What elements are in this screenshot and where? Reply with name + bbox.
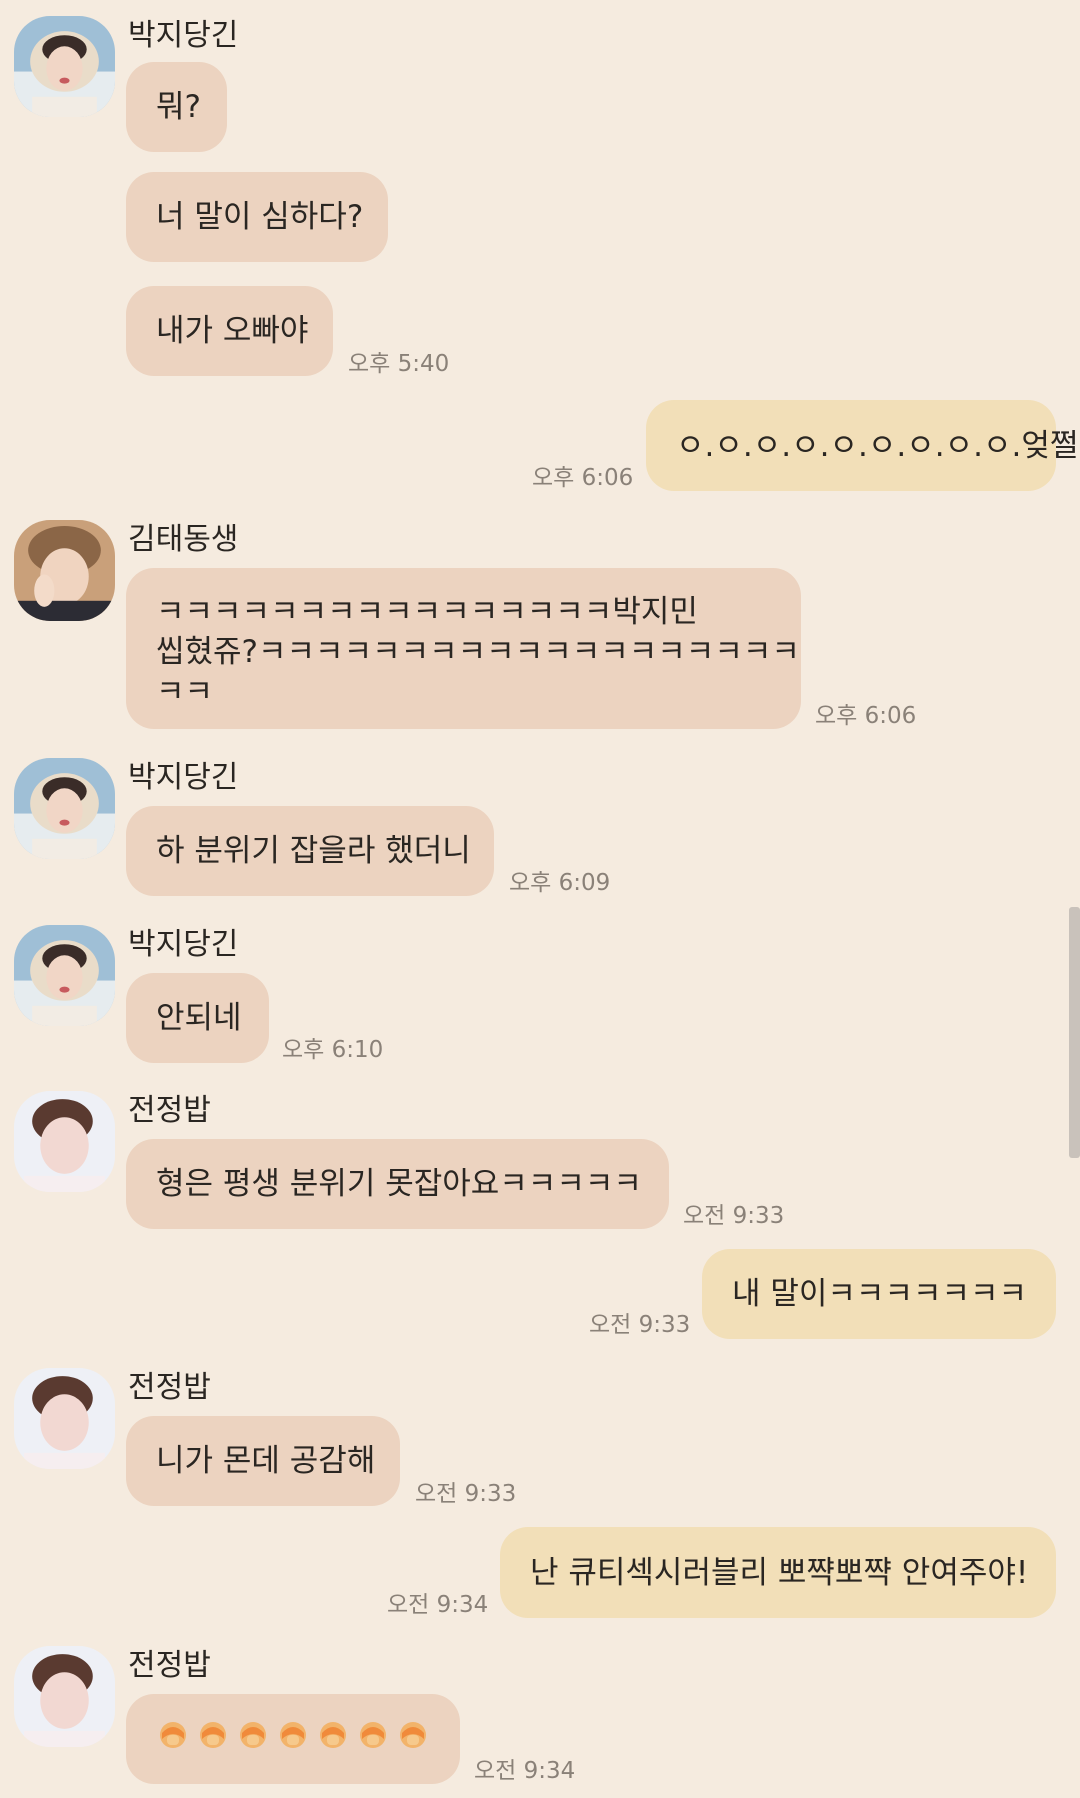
avatar-jimin[interactable] [14,758,115,859]
message-bubble[interactable]: 하 분위기 잡을라 했더니 [126,806,494,896]
facepalm-emoji-icon [236,1717,276,1761]
message-timestamp: 오전 9:34 [387,1592,489,1618]
message-text: 너 말이 심하다? [156,199,364,235]
facepalm-emoji-icon [156,1717,196,1761]
profile-photo-jimin [14,758,115,859]
message-bubble[interactable]: 뭐? [126,62,227,152]
sender-name: 박지당긴 [128,927,239,962]
profile-photo-jungkook [14,1091,115,1192]
avatar-taehyung[interactable] [14,520,115,621]
message-text: 내 말이ㅋㅋㅋㅋㅋㅋㅋ [732,1276,1028,1312]
message-timestamp: 오후 6:10 [282,1037,384,1063]
message-timestamp: 오전 9:33 [589,1312,691,1338]
avatar-jimin[interactable] [14,925,115,1026]
profile-photo-taehyung [14,520,115,621]
message-timestamp: 오후 6:06 [815,703,917,729]
message-text-line: 씹혔쥬?ㅋㅋㅋㅋㅋㅋㅋㅋㅋㅋㅋㅋㅋㅋㅋㅋㅋㅋㅋ [156,634,800,670]
message-text: 내가 오빠야 [156,313,309,349]
profile-photo-jimin [14,16,115,117]
message-bubble-outgoing[interactable]: ㅇ.ㅇ.ㅇ.ㅇ.ㅇ.ㅇ.ㅇ.ㅇ.ㅇ.엊쩔 [646,400,1078,491]
message-timestamp: 오후 5:40 [348,351,450,377]
message-bubble[interactable] [126,1694,460,1784]
message-text: ㅇ.ㅇ.ㅇ.ㅇ.ㅇ.ㅇ.ㅇ.ㅇ.ㅇ.엊쩔 [676,427,1079,464]
profile-photo-jungkook [14,1368,115,1469]
avatar-jungkook[interactable] [14,1091,115,1192]
profile-photo-jimin [14,925,115,1026]
sender-name: 전정밥 [128,1370,211,1405]
message-bubble[interactable]: ㅋㅋㅋㅋㅋㅋㅋㅋㅋㅋㅋㅋㅋㅋㅋㅋ박지민 씹혔쥬?ㅋㅋㅋㅋㅋㅋㅋㅋㅋㅋㅋㅋㅋㅋㅋㅋ… [126,568,801,729]
sender-name: 김태동생 [128,522,239,557]
message-bubble[interactable]: 너 말이 심하다? [126,172,388,262]
message-text: 안되네 [156,1000,242,1036]
message-bubble-outgoing[interactable]: 내 말이ㅋㅋㅋㅋㅋㅋㅋ [702,1249,1056,1339]
message-text: 형은 평생 분위기 못잡아요ㅋㅋㅋㅋㅋ [156,1166,642,1202]
message-bubble[interactable]: 형은 평생 분위기 못잡아요ㅋㅋㅋㅋㅋ [126,1139,669,1229]
facepalm-emoji-icon [356,1717,396,1761]
message-bubble-outgoing[interactable]: 난 큐티섹시러블리 뽀쨕뽀쨕 안여주야! [500,1527,1056,1618]
message-bubble[interactable]: 내가 오빠야 [126,286,333,376]
message-bubble[interactable]: 니가 몬데 공감해 [126,1416,400,1506]
facepalm-emoji-icon [316,1717,356,1761]
profile-photo-jungkook [14,1646,115,1747]
avatar-jungkook[interactable] [14,1646,115,1747]
avatar-jimin[interactable] [14,16,115,117]
message-text: 난 큐티섹시러블리 뽀쨕뽀쨕 안여주야! [530,1554,1029,1591]
message-bubble[interactable]: 안되네 [126,973,269,1063]
sender-name: 박지당긴 [128,760,239,795]
message-text: 하 분위기 잡을라 했더니 [156,833,471,869]
scrollbar[interactable] [1069,907,1080,1158]
avatar-jungkook[interactable] [14,1368,115,1469]
message-text-line: ㅋㅋㅋㅋㅋㅋㅋㅋㅋㅋㅋㅋㅋㅋㅋㅋ박지민 [156,594,698,630]
sender-name: 전정밥 [128,1648,211,1683]
message-timestamp: 오후 6:06 [532,465,634,491]
sender-name: 박지당긴 [128,18,239,53]
facepalm-emoji-icon [196,1717,236,1761]
message-text-line: ㅋㅋ [156,674,214,710]
facepalm-emoji-icon [276,1717,316,1761]
facepalm-emoji-icon [396,1717,436,1761]
message-timestamp: 오전 9:34 [474,1758,576,1784]
message-timestamp: 오전 9:33 [683,1203,785,1229]
message-text: 뭐? [156,89,201,125]
sender-name: 전정밥 [128,1093,211,1128]
message-timestamp: 오후 6:09 [509,870,611,896]
message-text: 니가 몬데 공감해 [156,1443,376,1479]
message-timestamp: 오전 9:33 [415,1481,517,1507]
